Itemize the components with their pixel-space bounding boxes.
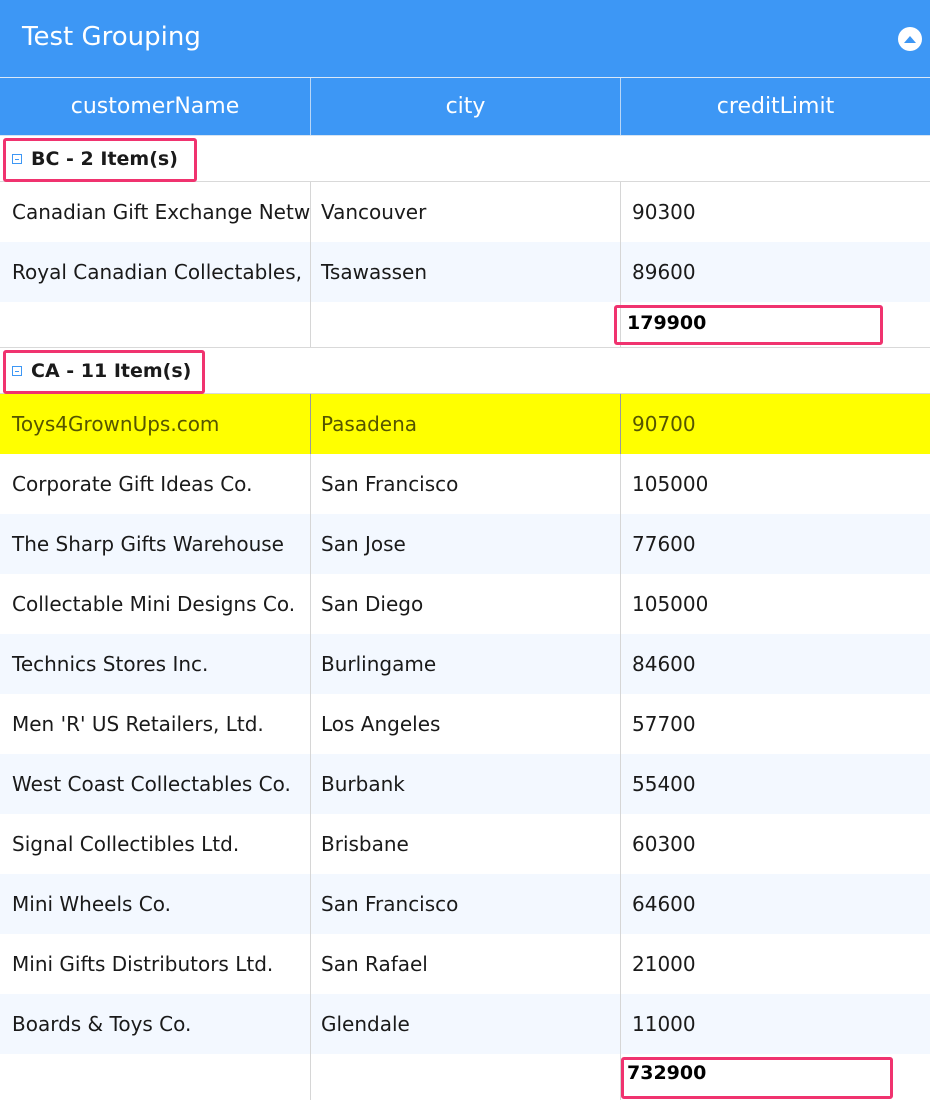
table-row[interactable]: Boards & Toys Co. Glendale 11000 — [0, 994, 930, 1054]
credit-limit-cell[interactable]: 57700 — [621, 694, 930, 754]
panel-title: Test Grouping — [22, 22, 201, 52]
annotation-box-group-ca — [3, 350, 205, 394]
table-row[interactable]: Signal Collectibles Ltd. Brisbane 60300 — [0, 814, 930, 874]
credit-limit-cell[interactable]: 55400 — [621, 754, 930, 814]
annotation-box-group-bc — [3, 138, 197, 182]
column-header-creditlimit[interactable]: creditLimit — [621, 78, 930, 135]
city-cell[interactable]: San Francisco — [311, 874, 621, 934]
city-cell[interactable]: Tsawassen — [311, 242, 621, 302]
table-row[interactable]: Corporate Gift Ideas Co. San Francisco 1… — [0, 454, 930, 514]
city-cell[interactable]: Brisbane — [311, 814, 621, 874]
annotation-box-total-bc — [614, 305, 883, 345]
customer-name-cell[interactable]: Technics Stores Inc. — [0, 634, 311, 694]
table-row[interactable]: Toys4GrownUps.com Pasadena 90700 — [0, 394, 930, 454]
credit-limit-cell[interactable]: 89600 — [621, 242, 930, 302]
credit-limit-cell[interactable]: 84600 — [621, 634, 930, 694]
customer-name-cell[interactable]: Mini Gifts Distributors Ltd. — [0, 934, 311, 994]
credit-limit-cell[interactable]: 90300 — [621, 182, 930, 242]
city-cell[interactable]: Burlingame — [311, 634, 621, 694]
city-cell[interactable]: Los Angeles — [311, 694, 621, 754]
annotation-box-total-ca — [621, 1057, 893, 1099]
credit-limit-cell[interactable]: 105000 — [621, 574, 930, 634]
credit-limit-cell[interactable]: 77600 — [621, 514, 930, 574]
city-cell[interactable]: San Francisco — [311, 454, 621, 514]
city-cell[interactable]: San Diego — [311, 574, 621, 634]
city-cell[interactable]: Glendale — [311, 994, 621, 1054]
customer-name-cell[interactable]: Signal Collectibles Ltd. — [0, 814, 311, 874]
credit-limit-cell[interactable]: 21000 — [621, 934, 930, 994]
table-row[interactable]: Men 'R' US Retailers, Ltd. Los Angeles 5… — [0, 694, 930, 754]
panel-titlebar: Test Grouping — [0, 0, 930, 78]
table-row[interactable]: Canadian Gift Exchange Network Vancouver… — [0, 182, 930, 242]
city-cell[interactable]: San Jose — [311, 514, 621, 574]
credit-limit-cell[interactable]: 60300 — [621, 814, 930, 874]
customer-name-cell[interactable]: Royal Canadian Collectables, Ltd. — [0, 242, 311, 302]
collapse-up-icon[interactable] — [898, 27, 922, 51]
city-cell[interactable]: Burbank — [311, 754, 621, 814]
table-row[interactable]: Mini Gifts Distributors Ltd. San Rafael … — [0, 934, 930, 994]
credit-limit-cell[interactable]: 64600 — [621, 874, 930, 934]
column-header-row: customerName city creditLimit — [0, 78, 930, 136]
customer-name-cell[interactable]: Canadian Gift Exchange Network — [0, 182, 311, 242]
table-row[interactable]: Collectable Mini Designs Co. San Diego 1… — [0, 574, 930, 634]
grid-panel: Test Grouping customerName city creditLi… — [0, 0, 930, 1100]
customer-name-cell[interactable]: Collectable Mini Designs Co. — [0, 574, 311, 634]
city-cell[interactable]: Vancouver — [311, 182, 621, 242]
city-cell[interactable]: San Rafael — [311, 934, 621, 994]
table-row[interactable]: West Coast Collectables Co. Burbank 5540… — [0, 754, 930, 814]
column-header-customername[interactable]: customerName — [0, 78, 311, 135]
customer-name-cell[interactable]: Toys4GrownUps.com — [0, 394, 311, 454]
customer-name-cell[interactable]: West Coast Collectables Co. — [0, 754, 311, 814]
customer-name-cell[interactable]: Men 'R' US Retailers, Ltd. — [0, 694, 311, 754]
table-row[interactable]: Royal Canadian Collectables, Ltd. Tsawas… — [0, 242, 930, 302]
customer-name-cell[interactable]: Mini Wheels Co. — [0, 874, 311, 934]
column-header-city[interactable]: city — [311, 78, 621, 135]
city-cell[interactable]: Pasadena — [311, 394, 621, 454]
customer-name-cell[interactable]: Corporate Gift Ideas Co. — [0, 454, 311, 514]
customer-name-cell[interactable]: The Sharp Gifts Warehouse — [0, 514, 311, 574]
credit-limit-cell[interactable]: 105000 — [621, 454, 930, 514]
customer-name-cell[interactable]: Boards & Toys Co. — [0, 994, 311, 1054]
table-row[interactable]: Mini Wheels Co. San Francisco 64600 — [0, 874, 930, 934]
credit-limit-cell[interactable]: 11000 — [621, 994, 930, 1054]
table-row[interactable]: Technics Stores Inc. Burlingame 84600 — [0, 634, 930, 694]
credit-limit-cell[interactable]: 90700 — [621, 394, 930, 454]
table-row[interactable]: The Sharp Gifts Warehouse San Jose 77600 — [0, 514, 930, 574]
